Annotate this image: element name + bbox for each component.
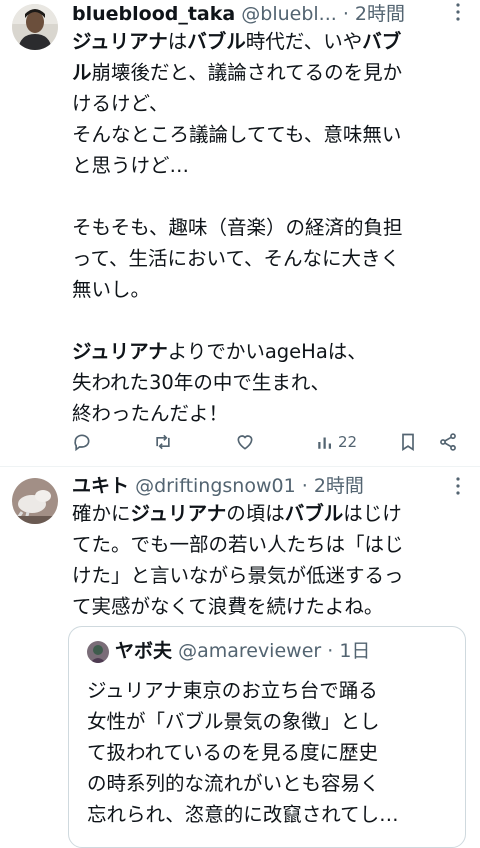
divider bbox=[0, 466, 480, 467]
tweet-header: ユキト @driftingsnow01 · 2時間 bbox=[72, 474, 364, 498]
quoted-author-handle: @amareviewer bbox=[178, 640, 322, 662]
bold-text-segment: バブル bbox=[187, 30, 246, 53]
share-icon[interactable] bbox=[438, 428, 458, 456]
views-count: 22 bbox=[338, 433, 358, 451]
tweet-header: blueblood_taka @bluebl... · 2時間 bbox=[72, 2, 405, 26]
text-segment: 確かに bbox=[72, 502, 131, 525]
text-segment: 時代だ、いや bbox=[245, 30, 363, 53]
views-button[interactable]: 22 bbox=[316, 428, 357, 456]
bookmark-icon[interactable] bbox=[398, 428, 418, 456]
text-segment: 崩壊後だと、議論されてるのを見か けるけど、 そんなところ議論してても、意味無い… bbox=[72, 61, 403, 301]
bold-text-segment: ジュリアナ bbox=[72, 340, 168, 363]
quoted-header: ヤボ夫 @amareviewer · 1日 bbox=[115, 639, 370, 663]
more-options-icon[interactable] bbox=[448, 2, 468, 27]
quoted-avatar bbox=[87, 641, 109, 663]
reply-icon[interactable] bbox=[72, 428, 92, 456]
quoted-tweet[interactable]: ヤボ夫 @amareviewer · 1日 ジュリアナ東京のお立ち台で踊る 女性… bbox=[68, 626, 466, 848]
author-name[interactable]: ユキト bbox=[72, 475, 129, 497]
avatar[interactable] bbox=[12, 4, 58, 50]
quoted-timestamp: · 1日 bbox=[327, 640, 371, 662]
bold-text-segment: ジュリアナ bbox=[130, 502, 227, 525]
author-handle[interactable]: @driftingsnow01 bbox=[135, 475, 296, 497]
avatar[interactable] bbox=[12, 478, 58, 524]
author-name[interactable]: blueblood_taka bbox=[72, 3, 235, 25]
like-icon[interactable] bbox=[234, 428, 256, 456]
author-handle[interactable]: @bluebl... bbox=[241, 3, 337, 25]
views-icon bbox=[316, 433, 334, 451]
tweet-text: ジュリアナはバブル時代だ、いやバブ ル崩壊後だと、議論されてるのを見か けるけど… bbox=[72, 26, 472, 429]
text-segment: の頃は bbox=[226, 502, 285, 525]
bold-text-segment: ジュリアナ bbox=[72, 30, 168, 53]
timestamp[interactable]: · 2時間 bbox=[302, 475, 364, 497]
quoted-text: ジュリアナ東京のお立ち台で踊る 女性が「バブル景気の象徴」とし て扱われているの… bbox=[87, 679, 399, 826]
bold-text-segment: バブル bbox=[284, 502, 344, 525]
retweet-icon[interactable] bbox=[152, 428, 174, 456]
text-segment: は bbox=[167, 30, 188, 53]
tweet-text: 確かにジュリアナの頃はバブルはじけ てた。でも一部の若い人たちは「はじ けた」と… bbox=[72, 498, 472, 622]
timestamp[interactable]: · 2時間 bbox=[343, 3, 405, 25]
quoted-author-name: ヤボ夫 bbox=[115, 640, 173, 662]
tweet-actions: 22 bbox=[66, 428, 466, 458]
